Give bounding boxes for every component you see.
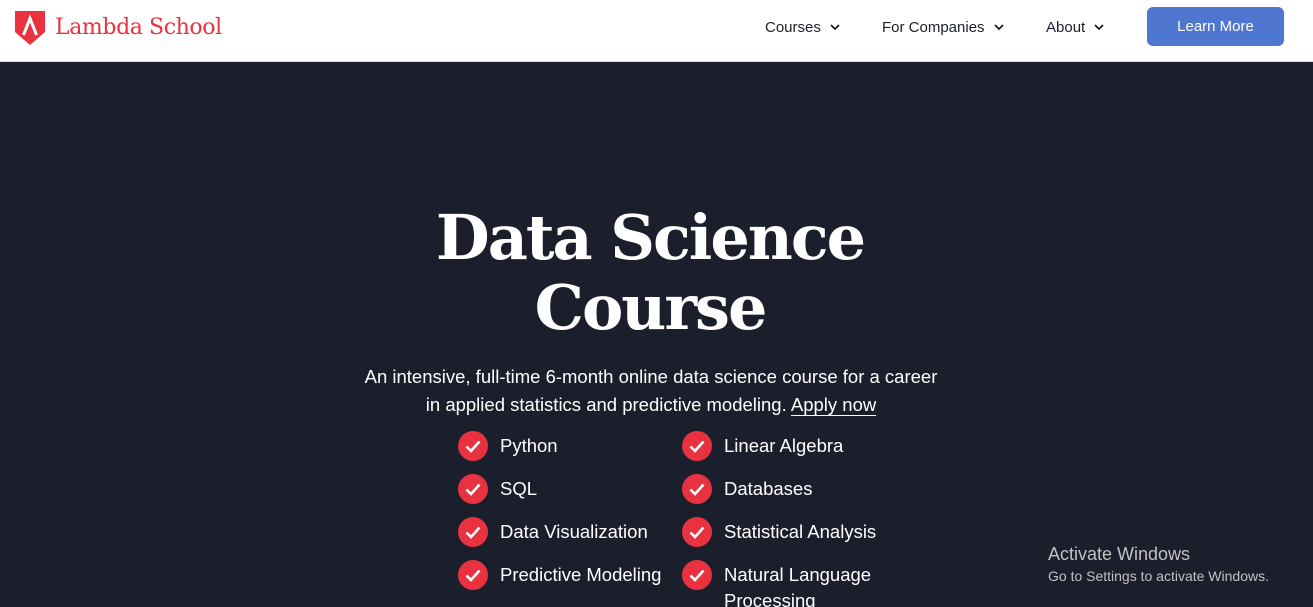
nav-about[interactable]: About — [1046, 18, 1105, 36]
feature-item: Data Visualization — [458, 517, 690, 547]
page-title: Data Science Course — [300, 203, 1000, 343]
feature-item: Python — [458, 431, 690, 461]
chevron-down-icon — [1094, 24, 1104, 31]
feature-item: Linear Algebra — [682, 431, 914, 461]
chevron-down-icon — [993, 24, 1004, 31]
activate-windows-title: Activate Windows — [1048, 544, 1191, 564]
check-icon — [682, 474, 712, 504]
top-navbar: Lambda School Courses For Companies Abou… — [0, 0, 1313, 62]
check-icon — [458, 431, 488, 461]
feature-item: Statistical Analysis — [682, 517, 914, 547]
check-icon — [458, 474, 488, 504]
nav-about-label: About — [1046, 18, 1086, 36]
title-line-2: Course — [534, 271, 768, 344]
feature-item: Predictive Modeling — [458, 560, 690, 590]
activate-windows-subtitle: Go to Settings to activate Windows. — [1048, 568, 1269, 584]
feature-item: Databases — [682, 474, 914, 504]
check-icon — [682, 560, 712, 590]
brand-logo[interactable]: Lambda School — [14, 11, 222, 45]
nav-for-companies-label: For Companies — [882, 18, 985, 36]
activate-windows-watermark: Activate Windows Go to Settings to activ… — [1048, 543, 1269, 586]
feature-label: Databases — [724, 478, 813, 499]
feature-label: Predictive Modeling — [500, 564, 662, 585]
nav-for-companies[interactable]: For Companies — [882, 18, 1005, 36]
chevron-down-icon — [830, 24, 840, 31]
lambda-logo-icon — [15, 11, 45, 45]
brand-name: Lambda School — [55, 15, 222, 40]
title-line-1: Data Science — [435, 201, 866, 274]
nav-courses[interactable]: Courses — [765, 18, 841, 36]
check-icon — [458, 517, 488, 547]
nav-courses-label: Courses — [765, 18, 821, 36]
check-icon — [682, 517, 712, 547]
feature-label: Statistical Analysis — [724, 521, 877, 542]
feature-label: Python — [500, 435, 558, 456]
apply-now-link[interactable]: Apply now — [790, 394, 877, 416]
feature-item: SQL — [458, 474, 690, 504]
learn-more-button[interactable]: Learn More — [1147, 7, 1284, 46]
feature-label: Data Visualization — [500, 521, 648, 542]
feature-label: Linear Algebra — [724, 435, 844, 456]
feature-item: Natural Language Processing — [682, 560, 914, 607]
feature-label: Natural Language Processing — [724, 564, 872, 607]
course-description: An intensive, full-time 6-month online d… — [356, 363, 946, 419]
feature-label: SQL — [500, 478, 538, 499]
check-icon — [458, 560, 488, 590]
check-icon — [682, 431, 712, 461]
